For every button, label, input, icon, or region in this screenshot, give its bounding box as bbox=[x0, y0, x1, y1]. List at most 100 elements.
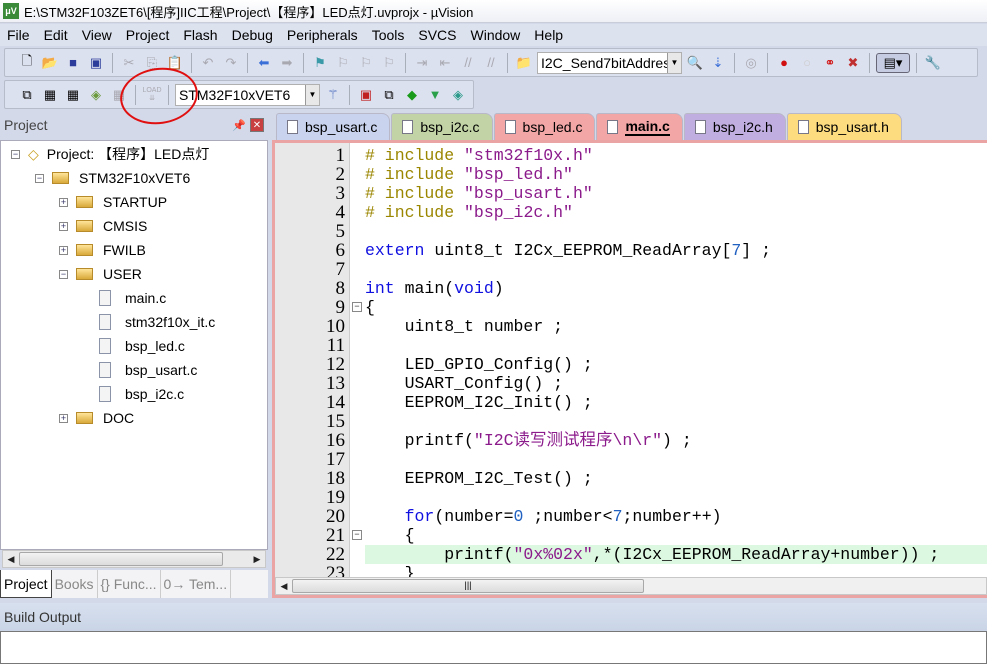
expand-icon[interactable]: + bbox=[59, 245, 68, 255]
open-file-icon[interactable]: 📂 bbox=[40, 53, 60, 73]
pack-installer-icon[interactable]: ◈ bbox=[448, 85, 468, 105]
panel-tab-0[interactable]: Project bbox=[0, 570, 52, 598]
find-in-files-icon[interactable]: 📁 bbox=[514, 53, 534, 73]
editor-tab-bsp_i2c-c[interactable]: bsp_i2c.c bbox=[391, 113, 493, 140]
rebuild-icon[interactable]: ▦ bbox=[63, 85, 83, 105]
scroll-left-icon[interactable]: ◀ bbox=[276, 578, 292, 594]
code-token-pp: # include bbox=[365, 165, 465, 184]
tree-group-user[interactable]: − USER bbox=[59, 263, 142, 285]
code-token-op: ] ; bbox=[741, 241, 771, 260]
collapse-icon[interactable]: − bbox=[11, 149, 20, 159]
collapse-icon[interactable]: − bbox=[59, 269, 68, 279]
save-icon[interactable]: ■ bbox=[63, 53, 83, 73]
translate-icon[interactable]: ⧉ bbox=[17, 85, 37, 105]
close-icon[interactable]: ✕ bbox=[250, 118, 264, 132]
run-time-environment-icon[interactable]: ▼ bbox=[425, 85, 445, 105]
collapse-icon[interactable]: − bbox=[35, 173, 44, 183]
save-all-icon[interactable]: ▣ bbox=[86, 53, 106, 73]
editor-tab-bsp_led-c[interactable]: bsp_led.c bbox=[493, 113, 596, 140]
uncomment-icon[interactable]: // bbox=[481, 53, 501, 73]
tree-file[interactable]: bsp_i2c.c bbox=[99, 383, 184, 405]
tree-file[interactable]: bsp_led.c bbox=[99, 335, 185, 357]
tree-target[interactable]: − STM32F10xVET6 bbox=[35, 167, 190, 189]
chevron-down-icon[interactable]: ▼ bbox=[305, 84, 319, 105]
project-hscrollbar[interactable]: ◀ ▶ bbox=[2, 550, 266, 568]
expand-icon[interactable]: + bbox=[59, 197, 68, 207]
target-options-wand-icon[interactable]: ⚚ bbox=[323, 85, 343, 105]
editor-tab-bsp_usart-c[interactable]: bsp_usart.c bbox=[276, 113, 391, 140]
tree-project-root[interactable]: − ◇ Project: 【程序】LED点灯 bbox=[11, 143, 209, 165]
menu-tools[interactable]: Tools bbox=[365, 27, 412, 43]
scroll-right-icon[interactable]: ▶ bbox=[249, 551, 265, 567]
insert-breakpoint-icon[interactable]: ● bbox=[774, 53, 794, 73]
menu-svcs[interactable]: SVCS bbox=[411, 27, 463, 43]
build-icon[interactable]: ▦ bbox=[40, 85, 60, 105]
separator bbox=[507, 52, 508, 73]
tree-file[interactable]: bsp_usart.c bbox=[99, 359, 197, 381]
undo-icon[interactable]: ↶ bbox=[198, 53, 218, 73]
menu-window[interactable]: Window bbox=[464, 27, 528, 43]
tree-file[interactable]: main.c bbox=[99, 287, 166, 309]
batch-build-icon[interactable]: ◈ bbox=[86, 85, 106, 105]
pin-icon[interactable]: 📌 bbox=[232, 119, 246, 132]
expand-icon[interactable]: + bbox=[59, 413, 68, 423]
scroll-thumb[interactable]: ||| bbox=[292, 579, 644, 593]
menu-peripherals[interactable]: Peripherals bbox=[280, 27, 365, 43]
build-output-pane[interactable] bbox=[0, 631, 987, 664]
manage-components-icon[interactable]: ▣ bbox=[356, 85, 376, 105]
unindent-icon[interactable]: ⇤ bbox=[435, 53, 455, 73]
menu-project[interactable]: Project bbox=[119, 27, 177, 43]
comment-icon[interactable]: // bbox=[458, 53, 478, 73]
navigate-forward-icon[interactable]: ➡ bbox=[277, 53, 297, 73]
expand-icon[interactable]: + bbox=[59, 221, 68, 231]
debug-session-icon[interactable]: ◎ bbox=[741, 53, 761, 73]
code-area[interactable]: 1 # include "stm32f10x.h" 2 # include "bsp_… bbox=[275, 146, 987, 577]
panel-tab-1[interactable]: Books bbox=[52, 570, 98, 598]
disable-all-breakpoints-icon[interactable]: ⚭ bbox=[820, 53, 840, 73]
find-icon[interactable]: 🔍 bbox=[685, 53, 705, 73]
indent-icon[interactable]: ⇥ bbox=[412, 53, 432, 73]
clear-bookmarks-icon[interactable]: ⚐ bbox=[379, 53, 399, 73]
code-editor[interactable]: 1 # include "stm32f10x.h" 2 # include "bsp_… bbox=[272, 140, 987, 598]
prev-bookmark-icon[interactable]: ⚐ bbox=[333, 53, 353, 73]
bookmark-icon[interactable]: ⚑ bbox=[310, 53, 330, 73]
scroll-thumb[interactable] bbox=[19, 552, 223, 566]
tree-group-doc[interactable]: + DOC bbox=[59, 407, 134, 429]
editor-tab-bsp_i2c-h[interactable]: bsp_i2c.h bbox=[683, 113, 786, 140]
incremental-find-icon[interactable]: ⇣ bbox=[708, 53, 728, 73]
kill-all-breakpoints-icon[interactable]: ✖ bbox=[843, 53, 863, 73]
menu-file[interactable]: File bbox=[0, 27, 37, 43]
menu-view[interactable]: View bbox=[75, 27, 119, 43]
panel-tab-3[interactable]: 0→ Tem... bbox=[161, 570, 232, 598]
menu-debug[interactable]: Debug bbox=[225, 27, 280, 43]
window-layout-icon[interactable]: ▤▾ bbox=[876, 52, 910, 73]
tree-group-fwilb[interactable]: + FWILB bbox=[59, 239, 146, 261]
manage-project-items-icon[interactable]: ⧉ bbox=[379, 85, 399, 105]
editor-tab-bsp_usart-h[interactable]: bsp_usart.h bbox=[786, 113, 902, 140]
editor-tab-main-c[interactable]: main.c bbox=[596, 113, 683, 140]
disable-breakpoint-icon[interactable]: ○ bbox=[797, 53, 817, 73]
scroll-left-icon[interactable]: ◀ bbox=[3, 551, 19, 567]
code-token-str: "I2C读写测试程序\n\r" bbox=[473, 431, 663, 450]
editor-hscrollbar[interactable]: ◀ ||| bbox=[275, 577, 987, 595]
chevron-down-icon[interactable]: ▼ bbox=[667, 52, 681, 73]
tree-group-startup[interactable]: + STARTUP bbox=[59, 191, 167, 213]
configure-wrench-icon[interactable]: 🔧 bbox=[923, 53, 943, 73]
tree-file[interactable]: stm32f10x_it.c bbox=[99, 311, 215, 333]
next-bookmark-icon[interactable]: ⚐ bbox=[356, 53, 376, 73]
menu-flash[interactable]: Flash bbox=[176, 27, 224, 43]
menu-edit[interactable]: Edit bbox=[37, 27, 75, 43]
line-number: 5 bbox=[335, 221, 346, 242]
menu-help[interactable]: Help bbox=[527, 27, 570, 43]
fold-collapse-icon[interactable]: − bbox=[352, 302, 362, 312]
navigate-back-icon[interactable]: ⬅ bbox=[254, 53, 274, 73]
redo-icon[interactable]: ↷ bbox=[221, 53, 241, 73]
code-text: EEPROM_I2C_Init() ; bbox=[365, 393, 987, 412]
fold-collapse-icon[interactable]: − bbox=[352, 530, 362, 540]
tree-group-cmsis[interactable]: + CMSIS bbox=[59, 215, 147, 237]
panel-tab-2[interactable]: {} Func... bbox=[98, 570, 161, 598]
new-file-icon[interactable]: 🗋 bbox=[17, 53, 37, 73]
cut-icon[interactable]: ✂ bbox=[119, 53, 139, 73]
select-packs-icon[interactable]: ◆ bbox=[402, 85, 422, 105]
find-combo[interactable]: I2C_Send7bitAddress ▼ bbox=[537, 51, 682, 74]
